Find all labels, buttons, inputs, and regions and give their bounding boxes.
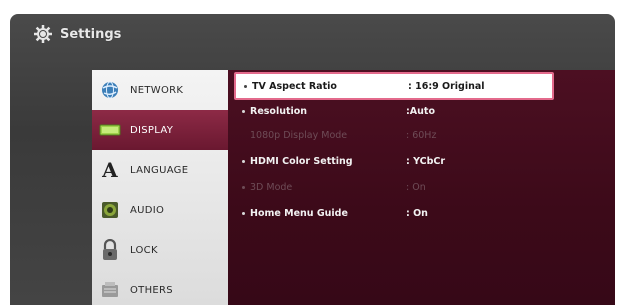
setting-value: : On: [406, 207, 428, 219]
setting-value: :Auto: [406, 105, 435, 117]
gear-icon: [32, 23, 54, 45]
sidebar-item-language[interactable]: A LANGUAGE: [92, 150, 228, 190]
sidebar-item-label: DISPLAY: [130, 124, 174, 136]
bullet-icon: [242, 159, 245, 163]
sidebar-item-others[interactable]: OTHERS: [92, 270, 228, 305]
setting-1080p-display-mode: 1080p Display Mode : 60Hz: [228, 122, 615, 148]
sidebar-item-label: LANGUAGE: [130, 164, 189, 176]
sidebar-item-label: LOCK: [130, 244, 158, 256]
others-icon: [99, 279, 121, 301]
title-bar: Settings: [10, 14, 615, 54]
display-settings-panel: TV Aspect Ratio : 16:9 Original Resoluti…: [228, 70, 615, 305]
setting-label: 3D Mode: [250, 181, 293, 193]
setting-value: : 16:9 Original: [408, 80, 485, 92]
bullet-icon: [244, 84, 247, 88]
sidebar-item-label: OTHERS: [130, 284, 173, 296]
sidebar-item-network[interactable]: NETWORK: [92, 70, 228, 110]
setting-resolution[interactable]: Resolution :Auto: [228, 98, 615, 124]
sidebar-item-display[interactable]: DISPLAY: [92, 110, 228, 150]
network-globe-icon: [99, 79, 121, 101]
setting-value: : YCbCr: [406, 155, 446, 167]
setting-label: TV Aspect Ratio: [252, 80, 337, 92]
setting-3d-mode: 3D Mode : On: [228, 174, 615, 200]
sidebar-item-label: AUDIO: [130, 204, 165, 216]
settings-screen: Settings NETWORK DISPLAY A LANGUAGE AUDI…: [10, 14, 615, 305]
padlock-icon: [99, 239, 121, 261]
setting-label: HDMI Color Setting: [250, 155, 353, 167]
settings-category-sidebar: NETWORK DISPLAY A LANGUAGE AUDIO LOCK OT…: [92, 70, 228, 305]
bullet-icon: [242, 211, 245, 215]
speaker-icon: [99, 199, 121, 221]
setting-label: Resolution: [250, 105, 308, 117]
setting-home-menu-guide[interactable]: Home Menu Guide : On: [228, 200, 615, 226]
setting-label: Home Menu Guide: [250, 207, 348, 219]
sidebar-item-label: NETWORK: [130, 84, 184, 96]
setting-tv-aspect-ratio[interactable]: TV Aspect Ratio : 16:9 Original: [234, 72, 554, 100]
letter-a-icon: A: [102, 158, 118, 182]
setting-value: : On: [406, 181, 426, 193]
bullet-icon: [242, 185, 245, 189]
bullet-icon: [242, 109, 245, 113]
setting-hdmi-color-setting[interactable]: HDMI Color Setting : YCbCr: [228, 148, 615, 174]
sidebar-item-lock[interactable]: LOCK: [92, 230, 228, 270]
display-screen-icon: [99, 119, 121, 141]
page-title: Settings: [60, 26, 122, 42]
setting-value: : 60Hz: [406, 129, 437, 141]
setting-label: 1080p Display Mode: [250, 129, 348, 141]
sidebar-item-audio[interactable]: AUDIO: [92, 190, 228, 230]
